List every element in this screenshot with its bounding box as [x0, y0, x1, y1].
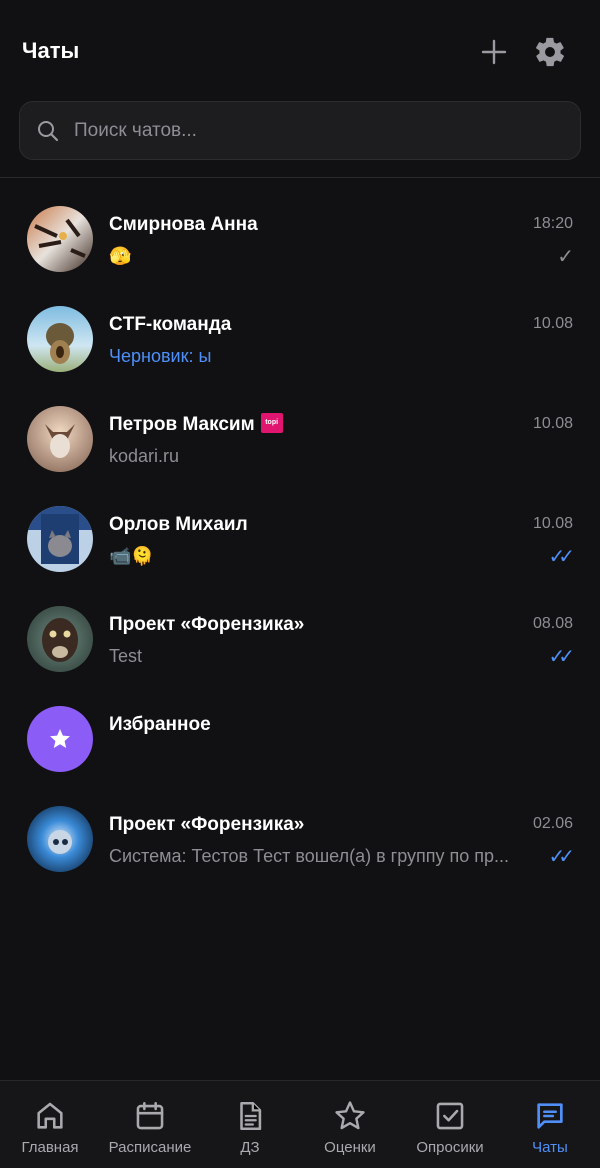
home-icon: [33, 1099, 67, 1133]
bottom-nav: Главная Расписание ДЗ Оценки Опросики Ча…: [0, 1080, 600, 1168]
new-chat-button[interactable]: [474, 32, 514, 72]
checkbox-icon: [433, 1099, 467, 1133]
chat-item[interactable]: Петров Максим topi 10.08 kodari.ru: [0, 390, 600, 490]
avatar: [27, 306, 93, 372]
chat-name: Избранное: [109, 714, 211, 735]
chat-item-favorites[interactable]: Избранное: [0, 690, 600, 790]
search-input[interactable]: [74, 119, 544, 142]
avatar: [27, 406, 93, 472]
sent-check-icon: ✓: [557, 246, 574, 268]
search-bar[interactable]: [19, 101, 581, 160]
nav-label: Опросики: [416, 1139, 484, 1156]
search-icon: [36, 119, 60, 143]
chat-name: Смирнова Анна: [109, 214, 258, 235]
brand-badge: topi: [260, 412, 283, 433]
chat-time: 10.08: [532, 315, 573, 332]
chat-time: 02.06: [532, 815, 573, 832]
chat-item[interactable]: Орлов Михаил 10.08 📹🫠 ✓✓: [0, 490, 600, 590]
avatar: [27, 806, 93, 872]
nav-label: Чаты: [532, 1139, 568, 1156]
gear-icon: [536, 37, 564, 67]
chat-item[interactable]: Проект «Форензика» 02.06 Система: Тестов…: [0, 790, 600, 890]
chat-time: 08.08: [532, 615, 573, 632]
chat-name: CTF-команда: [109, 314, 232, 335]
chat-time: 10.08: [532, 515, 573, 532]
calendar-icon: [133, 1099, 167, 1133]
nav-item-grades[interactable]: Оценки: [300, 1081, 400, 1168]
chat-preview: kodari.ru: [109, 446, 180, 466]
read-double-check-icon: ✓✓: [548, 646, 574, 668]
read-double-check-icon: ✓✓: [548, 846, 574, 868]
chat-item[interactable]: Проект «Форензика» 08.08 Test ✓✓: [0, 590, 600, 690]
read-double-check-icon: ✓✓: [548, 546, 574, 568]
chat-time: 18:20: [532, 215, 573, 232]
avatar: [27, 206, 93, 272]
chat-item[interactable]: Смирнова Анна 18:20 🫣 ✓: [0, 190, 600, 290]
chat-name: Петров Максим topi: [109, 412, 283, 436]
settings-button[interactable]: [530, 32, 570, 72]
chat-item[interactable]: CTF-команда 10.08 Черновик: ы: [0, 290, 600, 390]
chat-preview: Система: Тестов Тест вошел(а) в группу п…: [109, 846, 510, 866]
favorites-avatar: [27, 706, 93, 772]
star-icon: [50, 729, 70, 748]
nav-item-polls[interactable]: Опросики: [400, 1081, 500, 1168]
nav-label: Расписание: [108, 1139, 192, 1156]
chat-preview: 🫣: [109, 246, 132, 266]
page-title: Чаты: [22, 38, 80, 63]
document-icon: [233, 1099, 267, 1133]
chat-icon: [533, 1099, 567, 1133]
chat-name: Проект «Форензика»: [109, 814, 305, 835]
nav-item-home[interactable]: Главная: [0, 1081, 100, 1168]
chat-name: Проект «Форензика»: [109, 614, 305, 635]
nav-label: Оценки: [324, 1139, 376, 1156]
nav-item-chats[interactable]: Чаты: [500, 1081, 600, 1168]
header: Чаты: [0, 0, 600, 100]
nav-label: Главная: [21, 1139, 79, 1156]
chat-preview: 📹🫠: [109, 546, 154, 566]
chat-preview-draft: Черновик: ы: [109, 346, 212, 366]
plus-icon: [481, 39, 507, 65]
avatar: [27, 606, 93, 672]
avatar: [27, 506, 93, 572]
chat-name: Орлов Михаил: [109, 514, 248, 535]
nav-item-homework[interactable]: ДЗ: [200, 1081, 300, 1168]
nav-label: ДЗ: [240, 1139, 260, 1156]
chat-preview: Test: [109, 646, 143, 666]
divider: [0, 177, 600, 178]
chat-list: Смирнова Анна 18:20 🫣 ✓ CTF-команда 10.0…: [0, 190, 600, 890]
chat-time: 10.08: [532, 415, 573, 432]
nav-item-schedule[interactable]: Расписание: [100, 1081, 200, 1168]
star-icon: [333, 1099, 367, 1133]
